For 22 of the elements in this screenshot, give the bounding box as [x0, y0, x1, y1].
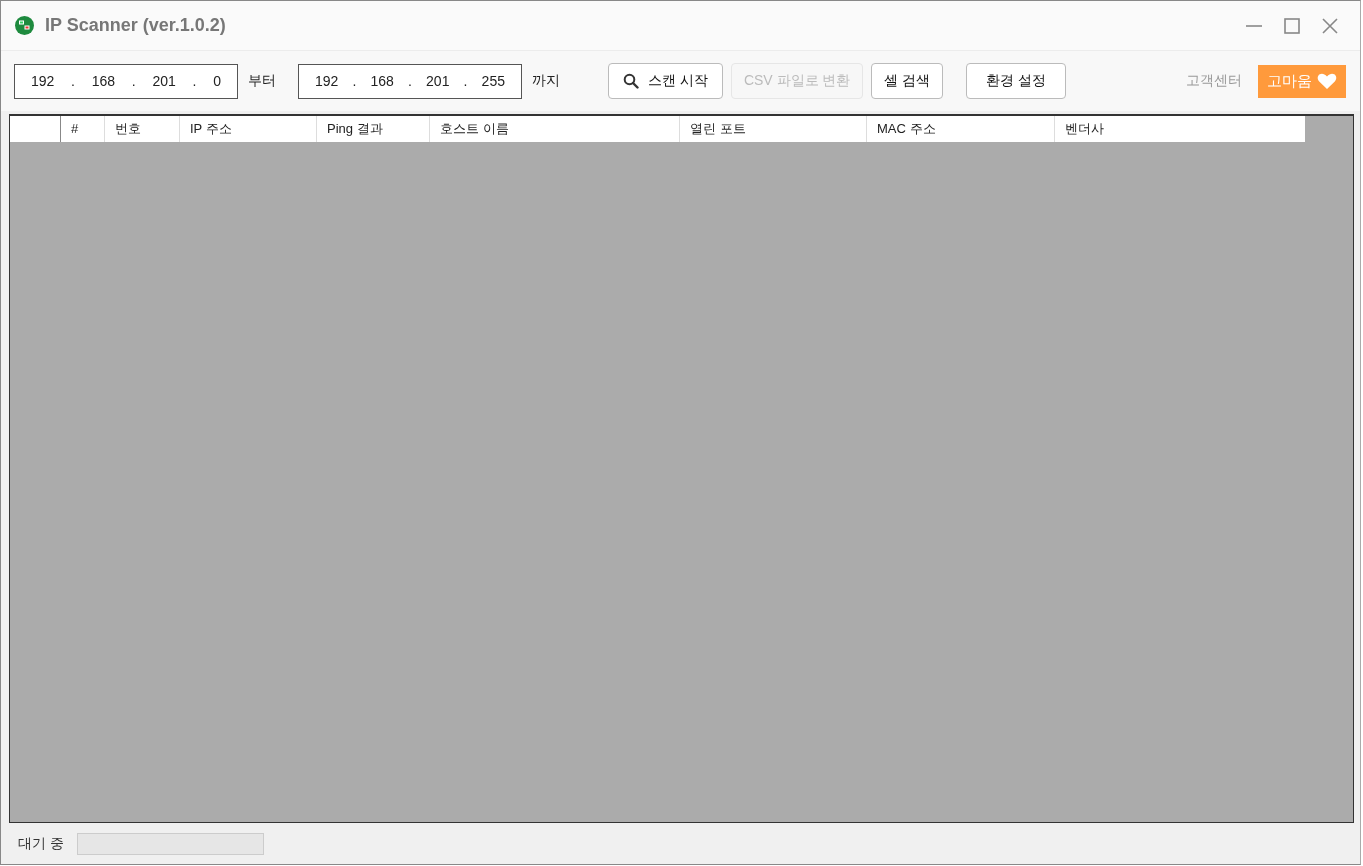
search-icon: [623, 73, 639, 89]
column-header[interactable]: 호스트 이름: [429, 116, 679, 142]
toolbar-button[interactable]: 셀 검색: [871, 63, 944, 99]
maximize-icon[interactable]: [1283, 16, 1301, 35]
ip-address-field[interactable]: 192 . 168 . 201 . 0: [14, 63, 238, 99]
close-icon[interactable]: [1321, 16, 1339, 35]
heart-icon: [1317, 72, 1337, 90]
range-label: 부터: [248, 72, 276, 90]
app-icon: [15, 16, 34, 35]
column-header[interactable]: 번호: [104, 116, 179, 142]
toolbar-button[interactable]: 환경 설정: [966, 63, 1067, 99]
column-header[interactable]: 열린 포트: [679, 116, 866, 142]
window-title: IP Scanner (ver.1.0.2): [45, 15, 226, 36]
range-label: 까지: [532, 72, 560, 90]
column-header[interactable]: 벤더사: [1054, 116, 1305, 142]
column-header[interactable]: IP 주소: [179, 116, 316, 142]
status-text: 대기 중: [18, 834, 64, 853]
ip-address-field[interactable]: 192 . 168 . 201 . 255: [298, 63, 522, 99]
scan-button[interactable]: 스캔 시작: [608, 63, 723, 99]
column-header[interactable]: #: [60, 116, 104, 142]
column-header[interactable]: Ping 결과: [316, 116, 429, 142]
column-header[interactable]: MAC 주소: [866, 116, 1054, 142]
